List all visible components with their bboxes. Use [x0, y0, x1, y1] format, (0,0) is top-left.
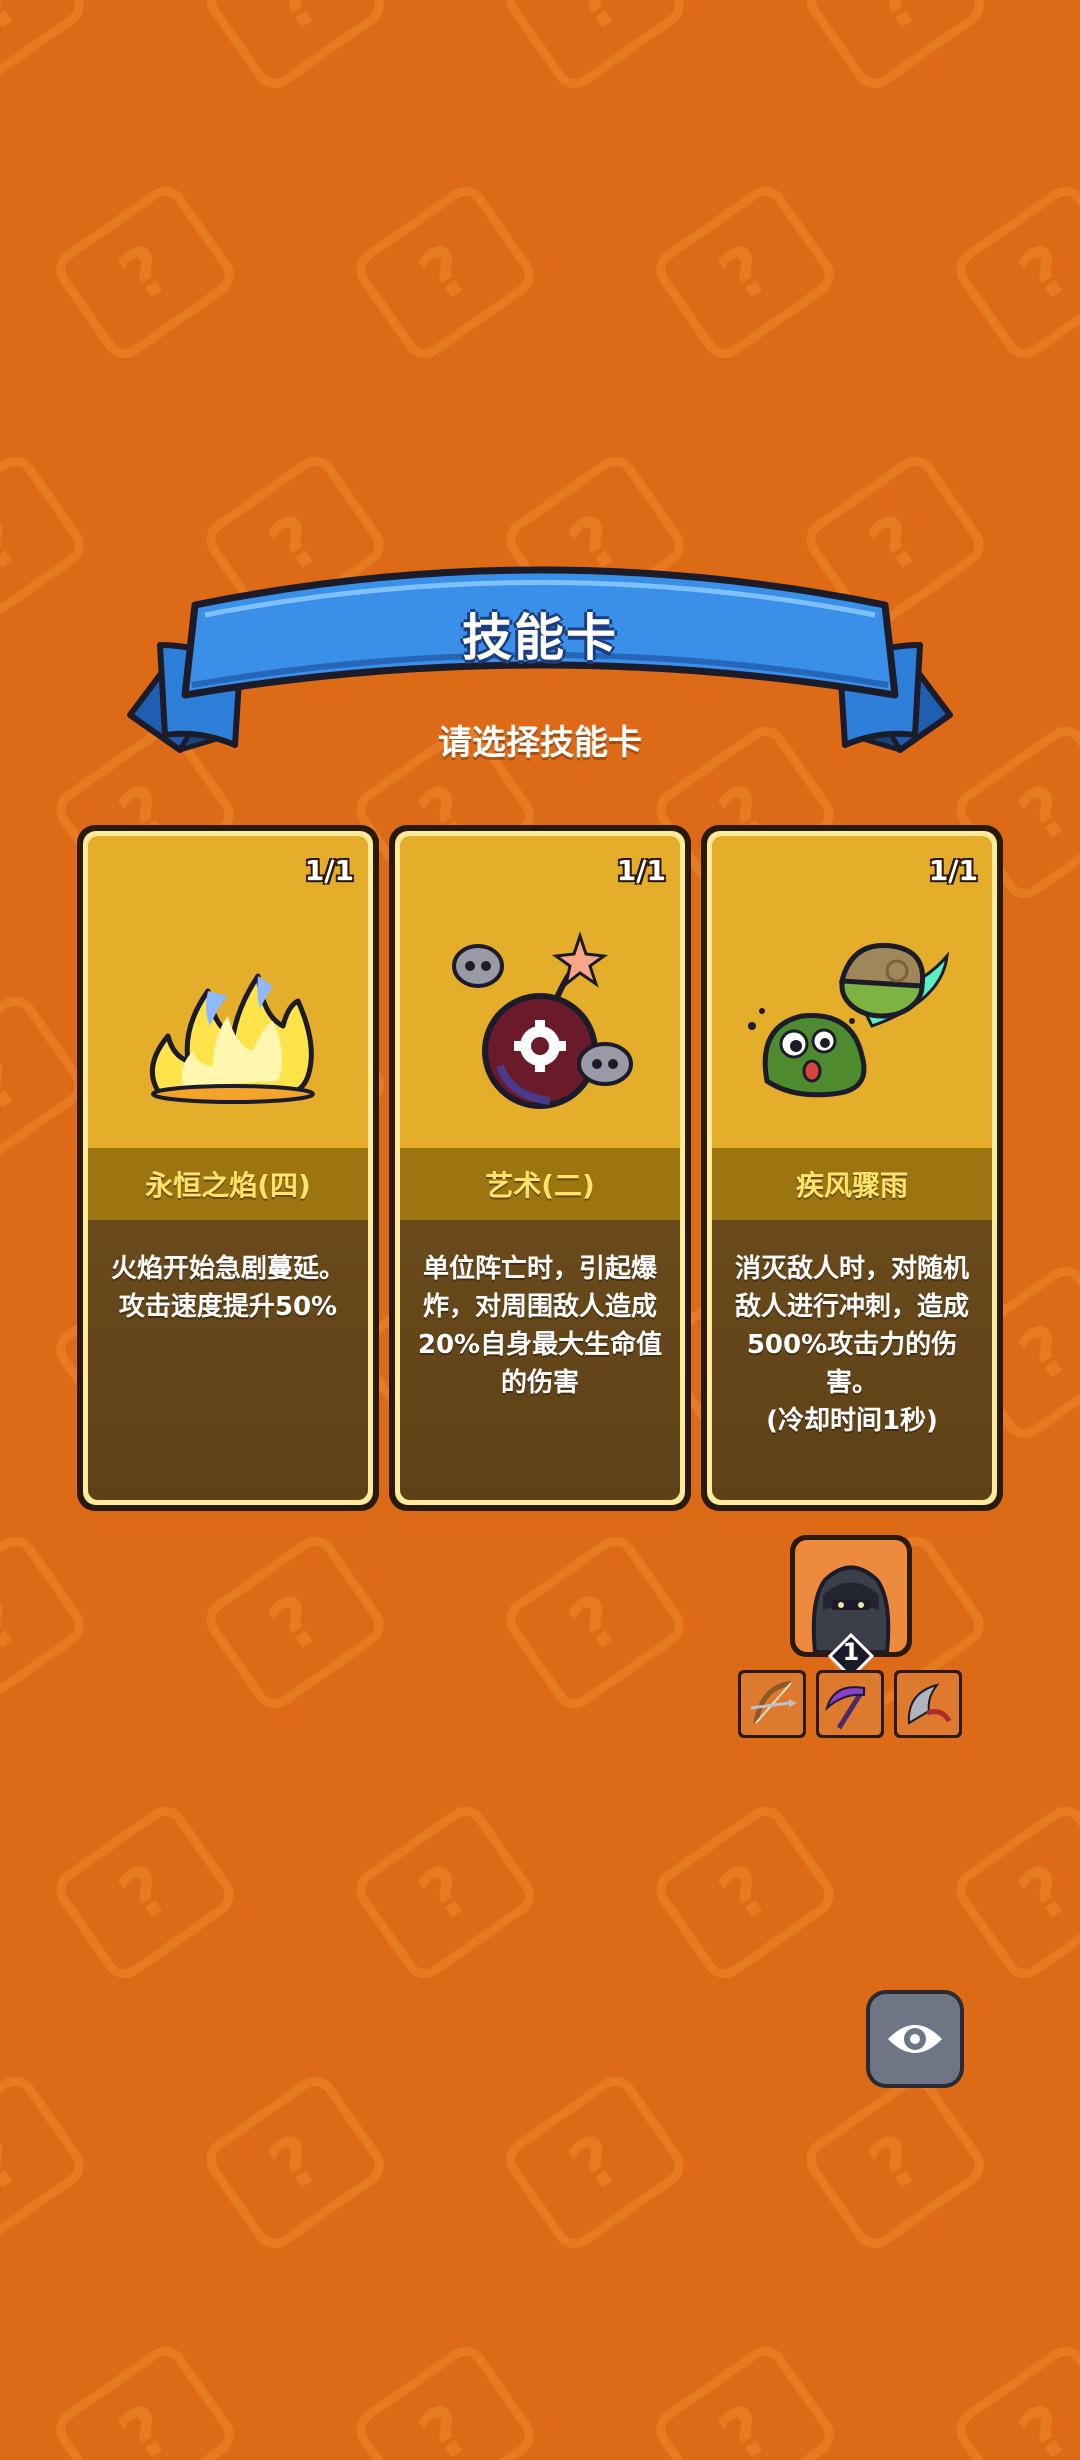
skill-card-2[interactable]: 1/1 艺术(二) 单位阵亡时，引起爆 炸，对周围敌人造成 20%自身最大生命值…: [389, 825, 691, 1511]
background-tile: ?: [797, 2068, 993, 2257]
equip-slot-1[interactable]: [738, 1670, 806, 1738]
background-tile: ?: [47, 1798, 243, 1987]
background-tile: ?: [197, 0, 393, 97]
equip-slot-3[interactable]: [894, 1670, 962, 1738]
view-toggle-button[interactable]: [866, 1990, 964, 2088]
background-tile: ?: [947, 2338, 1080, 2460]
background-tile: ?: [47, 178, 243, 367]
slime-icon: [748, 942, 950, 1098]
bomb-icon: [452, 931, 633, 1109]
banner-title: 技能卡: [462, 609, 618, 667]
background-tile: ?: [0, 0, 93, 97]
background-tile: ?: [797, 0, 993, 97]
scythe-icon: [825, 1686, 867, 1730]
background-tile: ?: [197, 1528, 393, 1717]
banner-subtitle: 请选择技能卡: [438, 723, 642, 763]
card-name: 疾风骤雨: [795, 1169, 908, 1202]
hero-level: 1: [842, 1638, 860, 1666]
skill-card-1[interactable]: 1/1 永恒之焰(四) 火焰开始急剧蔓延。 攻击速度提升50%: [77, 825, 379, 1511]
background-tile: ?: [0, 2068, 93, 2257]
bow-icon: [750, 1680, 797, 1724]
background-tile: ?: [0, 1528, 93, 1717]
background-tile: ?: [947, 1798, 1080, 1987]
background-tile: ?: [47, 2338, 243, 2460]
flame-icon: [149, 973, 315, 1104]
background-tile: ?: [347, 178, 543, 367]
card-description: 消灭敌人时，对随机 敌人进行冲刺，造成 500%攻击力的伤害。 (冷却时间1秒): [734, 1254, 969, 1436]
card-count: 1/1: [616, 854, 666, 887]
background-tile: ?: [647, 1798, 843, 1987]
background-tile: ?: [497, 2068, 693, 2257]
card-count: 1/1: [928, 854, 978, 887]
skill-card-3[interactable]: 1/1 疾风骤雨 消灭敌人时，对随机 敌人进行冲刺，造成 500%攻击力的伤害。…: [701, 825, 1003, 1511]
blade-icon: [907, 1683, 952, 1725]
background-tile: ?: [197, 2068, 393, 2257]
background-tile: ?: [347, 1798, 543, 1987]
eye-icon: [888, 2025, 942, 2053]
card-name: 永恒之焰(四): [145, 1169, 311, 1202]
background-tile: ?: [647, 2338, 843, 2460]
background-tile: ?: [497, 0, 693, 97]
card-description: 单位阵亡时，引起爆 炸，对周围敌人造成 20%自身最大生命值 的伤害: [417, 1254, 663, 1398]
equip-slot-2[interactable]: [816, 1670, 884, 1738]
background-tile: ?: [497, 1528, 693, 1717]
card-count: 1/1: [304, 854, 354, 887]
background-tile: ?: [347, 2338, 543, 2460]
background-tile: ?: [647, 178, 843, 367]
card-description: 火焰开始急剧蔓延。 攻击速度提升50%: [110, 1254, 345, 1322]
background-tile: ?: [947, 178, 1080, 367]
card-name: 艺术(二): [485, 1169, 595, 1202]
skill-card-list: 1/1 永恒之焰(四) 火焰开始急剧蔓延。 攻击速度提升50% 1/1 艺术(二…: [77, 825, 1003, 1515]
